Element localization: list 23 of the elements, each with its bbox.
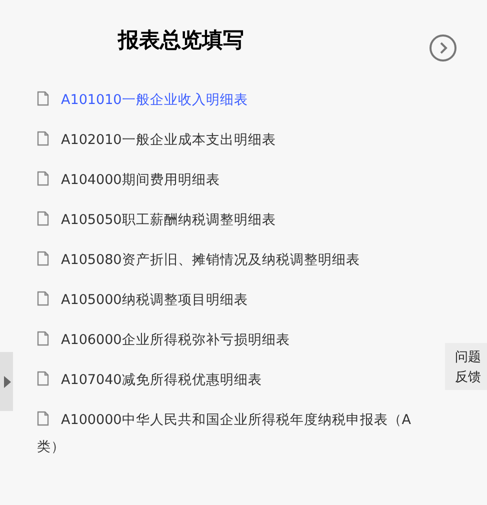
form-link[interactable]: A101010一般企业收入明细表 xyxy=(37,87,437,114)
document-icon xyxy=(37,371,49,386)
form-link[interactable]: A102010一般企业成本支出明细表 xyxy=(37,127,437,154)
document-icon xyxy=(37,331,49,346)
document-icon xyxy=(37,211,49,226)
form-link[interactable]: A104000期间费用明细表 xyxy=(37,167,437,194)
form-link[interactable]: A105050职工薪酬纳税调整明细表 xyxy=(37,207,437,234)
document-icon xyxy=(37,411,49,426)
document-icon xyxy=(37,131,49,146)
form-link[interactable]: A106000企业所得税弥补亏损明细表 xyxy=(37,327,437,354)
form-link[interactable]: A107040减免所得税优惠明细表 xyxy=(37,367,437,394)
form-link[interactable]: A100000中华人民共和国企业所得税年度纳税申报表（A类） xyxy=(37,407,437,461)
document-icon xyxy=(37,291,49,306)
next-icon[interactable] xyxy=(429,34,457,62)
expand-tab[interactable] xyxy=(0,352,13,411)
document-icon xyxy=(37,251,49,266)
document-icon xyxy=(37,171,49,186)
form-link[interactable]: A105080资产折旧、摊销情况及纳税调整明细表 xyxy=(37,247,437,274)
triangle-icon xyxy=(2,376,10,388)
feedback-button[interactable]: 问题反馈 xyxy=(445,343,487,390)
page-title: 报表总览填写 xyxy=(118,30,244,51)
document-icon xyxy=(37,91,49,106)
form-link[interactable]: A105000纳税调整项目明细表 xyxy=(37,287,437,314)
